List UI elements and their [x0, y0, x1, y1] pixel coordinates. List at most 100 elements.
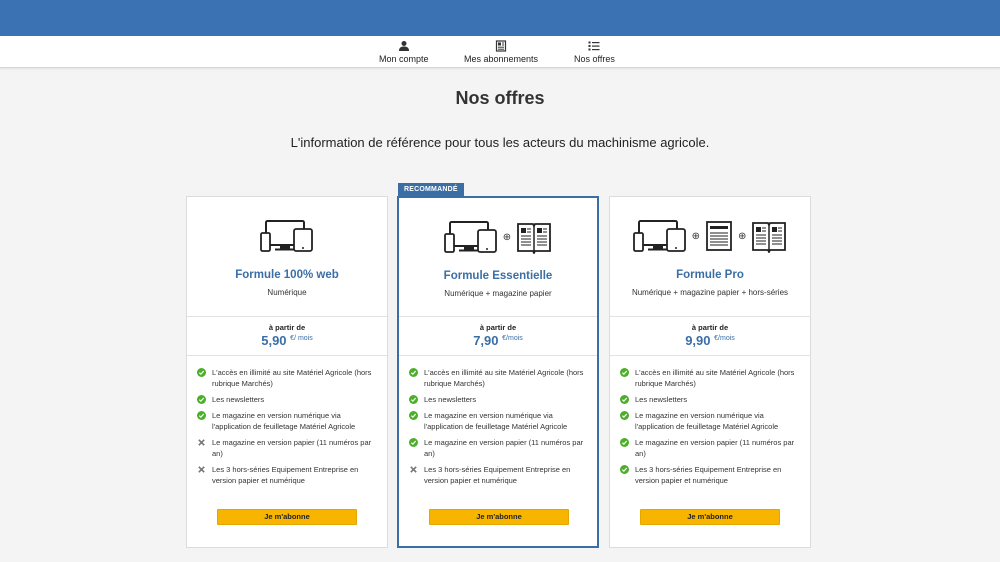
check-icon — [620, 465, 629, 474]
offer-card-essentielle: ⊕ Formule Essentielle Numérique + magazi… — [397, 196, 599, 548]
price-value: 5,90 — [261, 333, 287, 348]
plus-icon: ⊕ — [691, 230, 700, 242]
price-value: 9,90 — [685, 333, 711, 348]
divider — [187, 316, 387, 317]
price-value: 7,90 — [473, 333, 499, 348]
feature-list: L'accès en illimité au site Matériel Agr… — [620, 367, 802, 491]
feature-text: Les 3 hors-séries Equipement Entreprise … — [212, 465, 359, 485]
check-icon — [409, 368, 418, 377]
user-icon — [398, 41, 409, 51]
check-icon — [197, 395, 206, 404]
feature-item: Le magazine en version papier (11 numéro… — [620, 437, 802, 459]
newspaper-icon — [495, 40, 507, 52]
check-icon — [620, 395, 629, 404]
feature-item: Le magazine en version papier (11 numéro… — [409, 437, 591, 459]
feature-item: Les newsletters — [409, 394, 591, 405]
account-nav: Mon compte Mes abonnements Nos offres — [0, 36, 1000, 68]
check-icon — [620, 411, 629, 420]
feature-text: Les newsletters — [212, 395, 265, 404]
price-period: /mois — [506, 335, 523, 342]
feature-item: Le magazine en version papier (11 numéro… — [197, 437, 379, 459]
feature-list: L'accès en illimité au site Matériel Agr… — [197, 367, 379, 491]
feature-item: Les 3 hors-séries Equipement Entreprise … — [197, 464, 379, 486]
magazine-icon — [517, 223, 552, 254]
check-icon — [409, 395, 418, 404]
devices-icon — [443, 221, 497, 253]
check-icon — [197, 368, 206, 377]
offer-icons — [187, 219, 387, 253]
feature-text: Le magazine en version papier (11 numéro… — [635, 438, 795, 458]
feature-text: L'accès en illimité au site Matériel Agr… — [635, 368, 795, 388]
nav-item-nos-offres[interactable]: Nos offres — [574, 40, 615, 64]
offer-card-pro: ⊕ ⊕ Formule Pro Numérique + magazine pap… — [609, 196, 811, 548]
list-icon — [588, 41, 600, 51]
newspaper-icon — [706, 221, 732, 251]
offer-description: Numérique + magazine papier + hors-série… — [631, 288, 789, 297]
divider — [610, 316, 810, 317]
check-icon — [197, 411, 206, 420]
devices-icon — [260, 220, 313, 252]
offer-title: Formule Pro — [676, 269, 744, 281]
feature-item: Le magazine en version numérique via l'a… — [409, 410, 591, 432]
check-icon — [409, 411, 418, 420]
feature-item: Le magazine en version numérique via l'a… — [197, 410, 379, 432]
price-prefix: à partir de — [479, 323, 517, 332]
price-prefix: à partir de — [691, 323, 729, 332]
cross-icon — [198, 439, 205, 446]
nav-item-mes-abonnements[interactable]: Mes abonnements — [464, 40, 538, 64]
feature-item: L'accès en illimité au site Matériel Agr… — [620, 367, 802, 389]
offer-title: Formule 100% web — [235, 269, 339, 281]
top-header-bar — [0, 0, 1000, 36]
feature-text: L'accès en illimité au site Matériel Agr… — [212, 368, 372, 388]
cross-icon — [410, 466, 417, 473]
plus-icon: ⊕ — [502, 231, 512, 243]
divider — [187, 355, 387, 356]
feature-text: L'accès en illimité au site Matériel Agr… — [424, 368, 584, 388]
offer-price: 5,90 €/ mois — [187, 333, 387, 348]
page-subtitle: L'information de référence pour tous les… — [290, 135, 710, 150]
subscribe-button[interactable]: Je m'abonne — [429, 509, 569, 525]
magazine-icon — [752, 222, 787, 253]
nav-item-mon-compte[interactable]: Mon compte — [379, 40, 429, 64]
offer-icons: ⊕ — [399, 220, 597, 254]
offer-price: 7,90 €/mois — [399, 333, 597, 348]
feature-item: L'accès en illimité au site Matériel Agr… — [197, 367, 379, 389]
divider — [610, 355, 810, 356]
feature-text: Le magazine en version papier (11 numéro… — [424, 438, 584, 458]
check-icon — [620, 368, 629, 377]
feature-text: Le magazine en version numérique via l'a… — [424, 411, 568, 431]
feature-text: Les newsletters — [635, 395, 688, 404]
offer-card-web: Formule 100% web Numérique à partir de 5… — [186, 196, 388, 548]
feature-text: Les newsletters — [424, 395, 477, 404]
offer-price: 9,90 €/mois — [610, 333, 810, 348]
offer-description: Numérique — [267, 288, 307, 297]
nav-item-label: Mes abonnements — [464, 54, 539, 64]
feature-item: Les 3 hors-séries Equipement Entreprise … — [409, 464, 591, 486]
recommended-badge: RECOMMANDÉ — [398, 183, 464, 197]
feature-item: Les 3 hors-séries Equipement Entreprise … — [620, 464, 802, 486]
feature-item: Le magazine en version numérique via l'a… — [620, 410, 802, 432]
feature-item: Les newsletters — [197, 394, 379, 405]
price-period: / mois — [294, 335, 313, 342]
price-prefix: à partir de — [268, 323, 306, 332]
nav-item-label: Mon compte — [379, 54, 429, 64]
nav-item-label: Nos offres — [574, 54, 615, 64]
feature-text: Le magazine en version numérique via l'a… — [212, 411, 356, 431]
divider — [399, 355, 597, 356]
devices-icon — [632, 220, 686, 252]
price-period: /mois — [718, 335, 735, 342]
page-title: Nos offres — [455, 88, 545, 108]
offer-title: Formule Essentielle — [443, 270, 553, 282]
plus-icon: ⊕ — [738, 230, 747, 242]
subscribe-button[interactable]: Je m'abonne — [640, 509, 780, 525]
check-icon — [620, 438, 629, 447]
divider — [399, 316, 597, 317]
feature-text: Les 3 hors-séries Equipement Entreprise … — [635, 465, 782, 485]
feature-list: L'accès en illimité au site Matériel Agr… — [409, 367, 591, 491]
offer-description: Numérique + magazine papier — [444, 289, 552, 298]
subscribe-button[interactable]: Je m'abonne — [217, 509, 357, 525]
feature-text: Les 3 hors-séries Equipement Entreprise … — [424, 465, 571, 485]
cross-icon — [198, 466, 205, 473]
check-icon — [409, 438, 418, 447]
offer-icons: ⊕ ⊕ — [610, 219, 810, 253]
